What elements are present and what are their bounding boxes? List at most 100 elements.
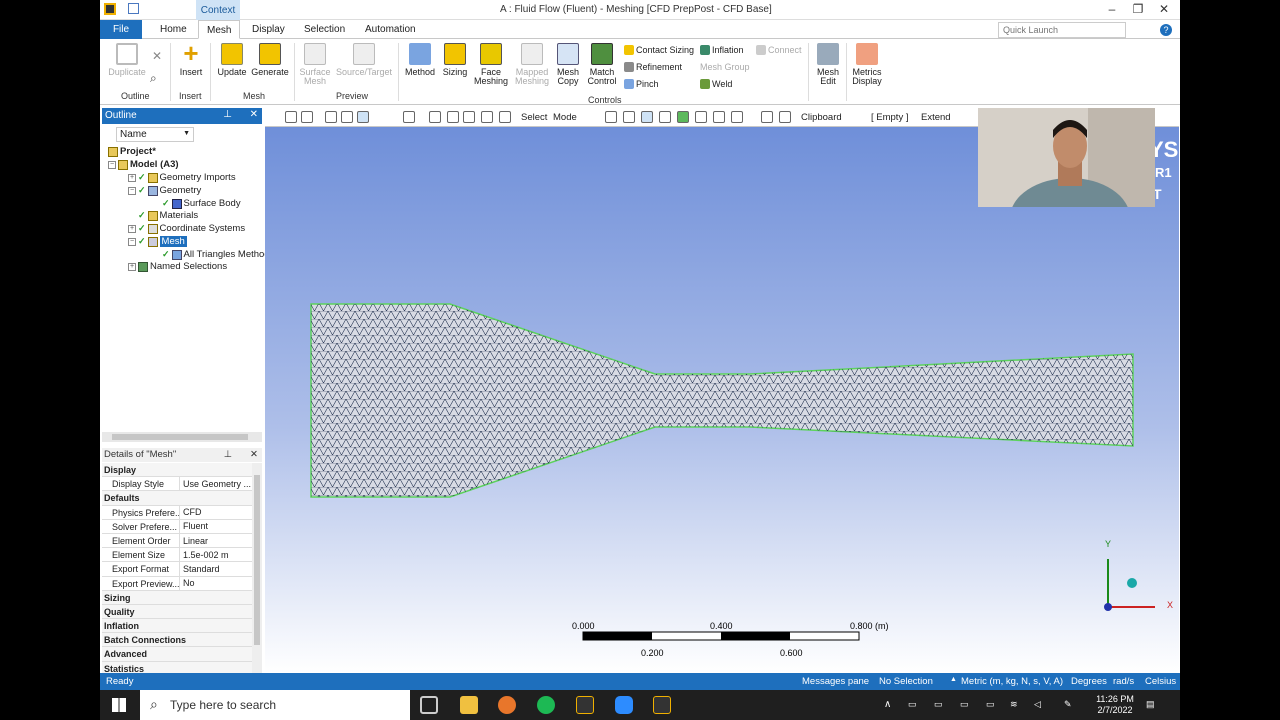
clock[interactable]: 11:26 PM 2/7/2022	[1090, 694, 1140, 716]
zoom-selection-icon[interactable]	[499, 111, 511, 123]
volume-icon[interactable]: ◁	[1034, 699, 1041, 710]
tab-automation[interactable]: Automation	[357, 20, 424, 39]
source-target-button[interactable]: Source/Target	[335, 43, 393, 77]
wifi-icon[interactable]: ≋	[1010, 699, 1018, 710]
delete-icon[interactable]: ✕	[152, 49, 162, 63]
property-value[interactable]: 1.5e-002 m	[180, 548, 229, 562]
tab-home[interactable]: Home	[152, 20, 195, 39]
zoom-app-icon[interactable]	[615, 696, 633, 714]
details-row[interactable]: Element Order Linear	[102, 533, 252, 549]
name-filter-dropdown[interactable]: Name ▼	[116, 127, 194, 142]
tree-node-coordinate-systems[interactable]: + ✓ Coordinate Systems	[128, 223, 245, 234]
file-explorer-icon[interactable]	[460, 696, 478, 714]
refinement-button[interactable]: Refinement	[624, 62, 682, 72]
box-zoom-icon[interactable]	[463, 111, 475, 123]
workbench-icon[interactable]	[576, 696, 594, 714]
tree-node-geometry-imports[interactable]: + ✓ Geometry Imports	[128, 172, 236, 183]
tree-node-all-triangles-method[interactable]: ✓ All Triangles Method	[162, 249, 270, 260]
extend-icon[interactable]	[761, 111, 773, 123]
details-category[interactable]: Quality	[102, 604, 252, 620]
mesh-edit-button[interactable]: Mesh Edit	[812, 43, 844, 86]
iso-view-icon[interactable]	[325, 111, 337, 123]
pin-icon[interactable]: ⊥	[224, 449, 232, 460]
tree-node-mesh[interactable]: − ✓ Mesh	[128, 236, 187, 247]
mesh-select-icon[interactable]	[713, 111, 725, 123]
close-button[interactable]: ✕	[1154, 2, 1174, 16]
mesh-group-button[interactable]: Mesh Group	[700, 62, 750, 72]
insert-button[interactable]: + Insert	[176, 40, 206, 77]
details-category[interactable]: Display	[102, 463, 252, 478]
network-icon[interactable]: ▭	[934, 699, 943, 710]
tab-mesh[interactable]: Mesh	[198, 20, 241, 39]
task-view-icon[interactable]	[420, 696, 438, 714]
battery-icon[interactable]: ▭	[986, 699, 995, 710]
zoom-icon[interactable]	[447, 111, 459, 123]
property-value[interactable]: Standard	[180, 562, 220, 576]
inflation-button[interactable]: Inflation	[700, 45, 744, 55]
details-category[interactable]: Batch Connections	[102, 633, 252, 648]
vpn-icon[interactable]: ▭	[960, 699, 969, 710]
sizing-button[interactable]: Sizing	[440, 43, 470, 77]
surface-mesh-button[interactable]: Surface Mesh	[298, 43, 332, 86]
details-vertical-scrollbar[interactable]	[252, 463, 262, 673]
graphics-viewport[interactable]: YS R1 T 0.000 0.400 0.800 (m) 0.200 0.60…	[265, 127, 1179, 673]
property-value[interactable]: Use Geometry ...	[180, 477, 251, 491]
tab-display[interactable]: Display	[244, 20, 293, 39]
spotify-icon[interactable]	[537, 696, 555, 714]
pinch-button[interactable]: Pinch	[624, 79, 659, 89]
save-icon[interactable]	[128, 3, 139, 14]
angular-velocity-units-button[interactable]: rad/s	[1113, 676, 1134, 687]
mesh-copy-button[interactable]: Mesh Copy	[554, 43, 582, 86]
body-select-icon[interactable]	[659, 111, 671, 123]
tab-file[interactable]: File	[100, 20, 142, 39]
view-icon[interactable]	[341, 111, 353, 123]
tree-node-named-selections[interactable]: + Named Selections	[128, 261, 227, 272]
close-icon[interactable]: ✕	[250, 449, 258, 460]
details-row[interactable]: Solver Prefere... Fluent	[102, 519, 252, 534]
extend-dropdown[interactable]: Extend	[921, 112, 951, 123]
match-control-button[interactable]: Match Control	[584, 43, 620, 86]
rotate-icon[interactable]	[403, 111, 415, 123]
mesh-canvas[interactable]: YS R1 T 0.000 0.400 0.800 (m) 0.200 0.60…	[265, 127, 1179, 673]
edge-select-icon[interactable]	[623, 111, 635, 123]
firefox-icon[interactable]	[498, 696, 516, 714]
tree-node-model[interactable]: − Model (A3)	[108, 159, 179, 170]
scroll-thumb[interactable]	[112, 434, 248, 440]
mapped-meshing-button[interactable]: Mapped Meshing	[512, 43, 552, 86]
outline-horizontal-scrollbar[interactable]	[102, 432, 262, 442]
mode-dropdown[interactable]: Mode	[553, 112, 577, 123]
tree-node-geometry[interactable]: − ✓ Geometry	[128, 185, 201, 196]
weld-button[interactable]: Weld	[700, 79, 732, 89]
face-select-icon[interactable]	[641, 111, 653, 123]
angle-units-button[interactable]: Degrees	[1071, 676, 1107, 687]
pin-icon[interactable]: ⊥	[223, 109, 232, 120]
help-icon[interactable]: ?	[1160, 24, 1172, 36]
property-value[interactable]: Linear	[180, 534, 208, 548]
tree-node-project[interactable]: Project*	[108, 146, 156, 157]
select-mode-icon[interactable]	[357, 111, 369, 123]
property-value[interactable]: CFD	[180, 505, 202, 519]
pen-icon[interactable]: ✎	[1064, 699, 1072, 710]
meshing-app-icon[interactable]	[653, 696, 671, 714]
details-category[interactable]: Sizing	[102, 590, 252, 605]
select-all-icon[interactable]	[779, 111, 791, 123]
tab-selection[interactable]: Selection	[296, 20, 353, 39]
connect-button[interactable]: Connect	[756, 45, 802, 55]
meet-now-icon[interactable]: ▭	[908, 699, 917, 710]
zoom-in-icon[interactable]	[285, 111, 297, 123]
messages-pane-button[interactable]: Messages pane	[802, 676, 869, 687]
unit-system-button[interactable]: Metric (m, kg, N, s, V, A)	[961, 676, 1063, 687]
find-icon[interactable]: ⌕	[150, 71, 157, 86]
clipboard-dropdown[interactable]: Clipboard	[801, 112, 842, 123]
zoom-out-icon[interactable]	[301, 111, 313, 123]
notifications-icon[interactable]: ▤	[1146, 699, 1155, 710]
temperature-units-button[interactable]: Celsius	[1145, 676, 1176, 687]
pan-icon[interactable]	[429, 111, 441, 123]
windows-start-icon[interactable]	[112, 698, 126, 712]
select-button[interactable]: Select	[521, 112, 547, 123]
method-button[interactable]: Method	[402, 43, 438, 77]
details-category[interactable]: Advanced	[102, 647, 252, 662]
contact-sizing-button[interactable]: Contact Sizing	[624, 45, 694, 55]
details-category[interactable]: Inflation	[102, 619, 252, 634]
details-category[interactable]: Defaults	[102, 491, 252, 506]
